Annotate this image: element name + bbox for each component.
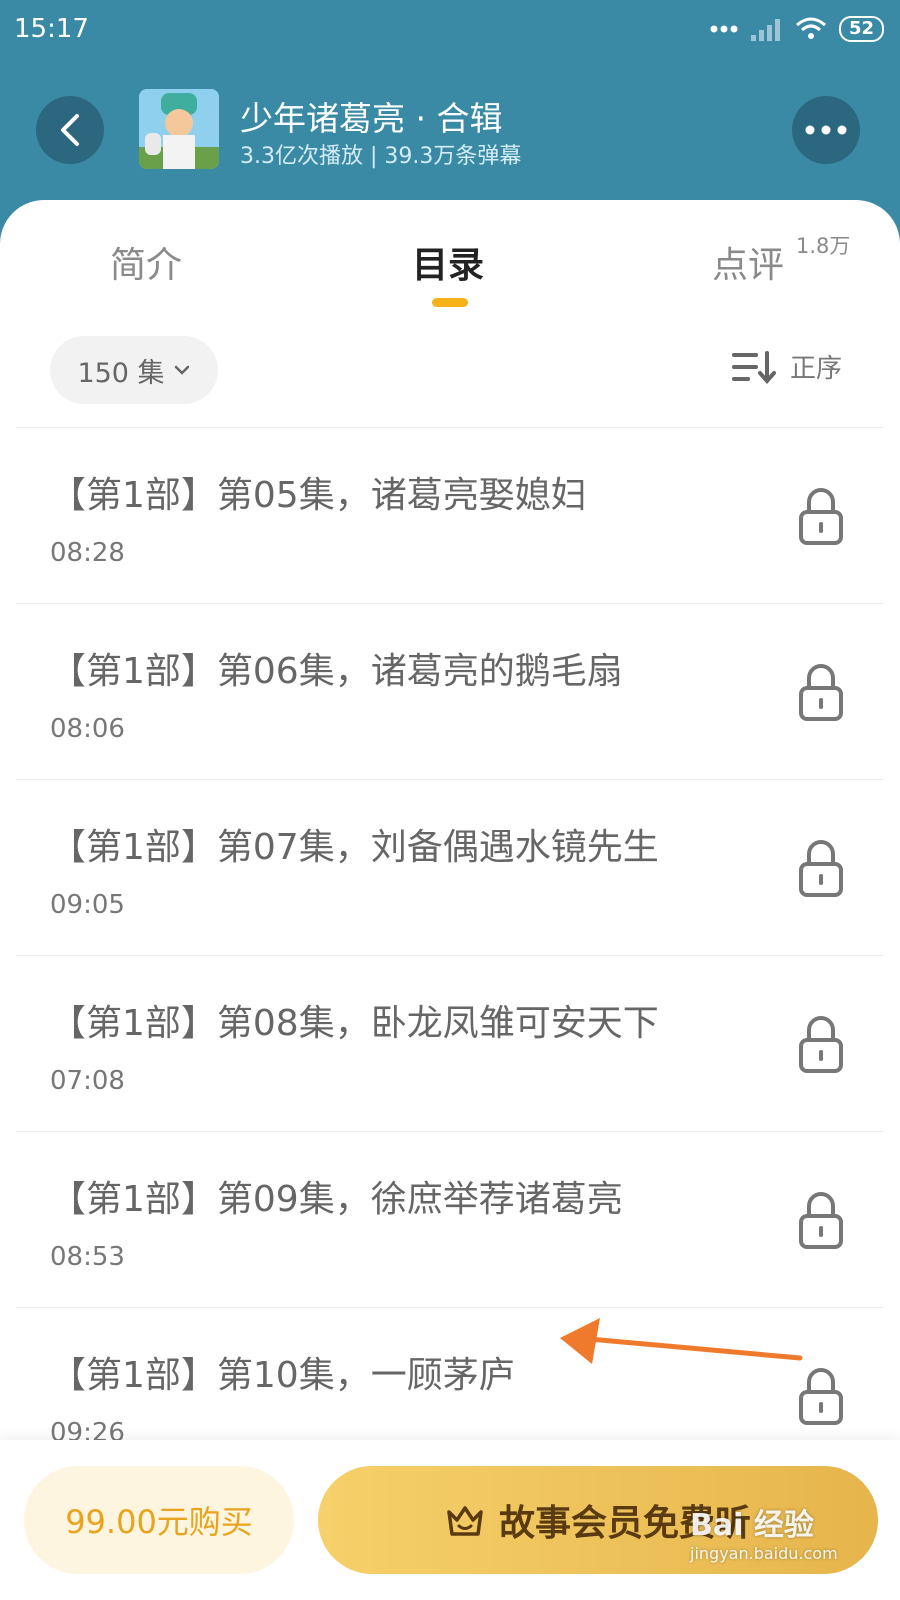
status-bar: 15:17 52 xyxy=(0,0,900,62)
buy-button[interactable]: 99.00元购买 xyxy=(24,1466,294,1574)
more-horizontal-icon xyxy=(805,125,847,135)
more-options-button[interactable] xyxy=(792,96,860,164)
episode-range-selector[interactable]: 150 集 xyxy=(50,336,218,404)
lock-icon xyxy=(799,664,843,721)
lock-icon xyxy=(799,1368,843,1425)
episode-title: 【第1部】第08集，卧龙凤雏可安天下 xyxy=(50,1003,659,1044)
tab-review[interactable]: 点评 xyxy=(712,236,784,288)
wifi-icon xyxy=(795,17,826,39)
content-sheet: 简介 目录 点评 1.8万 150 集 正序 【第1部】第05集，诸葛亮娶媳妇 … xyxy=(0,200,900,1600)
watermark: Bai 经验 jingyan.baidu.com xyxy=(690,1500,838,1563)
episode-duration: 07:08 xyxy=(50,1066,125,1096)
episode-count-label: 150 集 xyxy=(77,357,165,389)
album-title: 少年诸葛亮 · 合辑 xyxy=(240,99,503,138)
episode-item[interactable]: 【第1部】第08集，卧龙凤雏可安天下 07:08 xyxy=(16,956,884,1132)
crown-icon xyxy=(447,1506,483,1536)
episode-duration: 08:53 xyxy=(50,1242,125,1272)
album-stats: 3.3亿次播放 | 39.3万条弹幕 xyxy=(240,144,522,169)
sort-order-icon xyxy=(732,350,776,384)
episode-duration: 09:05 xyxy=(50,890,125,920)
tab-catalog[interactable]: 目录 xyxy=(412,236,484,288)
episode-item[interactable]: 【第1部】第06集，诸葛亮的鹅毛扇 08:06 xyxy=(16,604,884,780)
episode-title: 【第1部】第07集，刘备偶遇水镜先生 xyxy=(50,827,659,868)
episode-item[interactable]: 【第1部】第05集，诸葛亮娶媳妇 08:28 xyxy=(16,428,884,604)
lock-icon xyxy=(799,1192,843,1249)
chevron-down-icon xyxy=(174,365,189,375)
watermark-url: jingyan.baidu.com xyxy=(690,1544,838,1563)
sort-label: 正序 xyxy=(790,354,843,384)
album-cover xyxy=(139,89,219,169)
episode-title: 【第1部】第05集，诸葛亮娶媳妇 xyxy=(50,475,587,516)
album-cover-art xyxy=(139,89,219,169)
episode-title: 【第1部】第06集，诸葛亮的鹅毛扇 xyxy=(50,651,623,692)
review-count-badge: 1.8万 xyxy=(796,234,851,258)
back-button[interactable] xyxy=(36,96,104,164)
episode-title: 【第1部】第09集，徐庶举荐诸葛亮 xyxy=(50,1179,623,1220)
episode-list: 【第1部】第05集，诸葛亮娶媳妇 08:28 【第1部】第06集，诸葛亮的鹅毛扇… xyxy=(0,428,900,1484)
episode-item[interactable]: 【第1部】第07集，刘备偶遇水镜先生 09:05 xyxy=(16,780,884,956)
episode-duration: 08:28 xyxy=(50,538,125,568)
lock-icon xyxy=(799,840,843,897)
watermark-logo: Bai 经验 xyxy=(690,1508,814,1543)
lock-icon xyxy=(799,1016,843,1073)
lock-icon xyxy=(799,488,843,545)
album-header: 少年诸葛亮 · 合辑 3.3亿次播放 | 39.3万条弹幕 xyxy=(0,62,900,202)
status-icons: 52 xyxy=(709,16,884,42)
active-tab-indicator xyxy=(432,298,468,307)
episode-duration: 08:06 xyxy=(50,714,125,744)
episode-item[interactable]: 【第1部】第09集，徐庶举荐诸葛亮 08:53 xyxy=(16,1132,884,1308)
more-dots-icon xyxy=(710,25,738,33)
chevron-left-icon xyxy=(61,114,79,146)
battery-indicator: 52 xyxy=(838,16,884,42)
sort-toggle[interactable]: 正序 xyxy=(732,348,842,385)
signal-icon xyxy=(750,19,780,41)
tab-intro[interactable]: 简介 xyxy=(110,236,182,288)
status-time: 15:17 xyxy=(14,14,89,44)
episode-title: 【第1部】第10集，一顾茅庐 xyxy=(50,1355,515,1396)
